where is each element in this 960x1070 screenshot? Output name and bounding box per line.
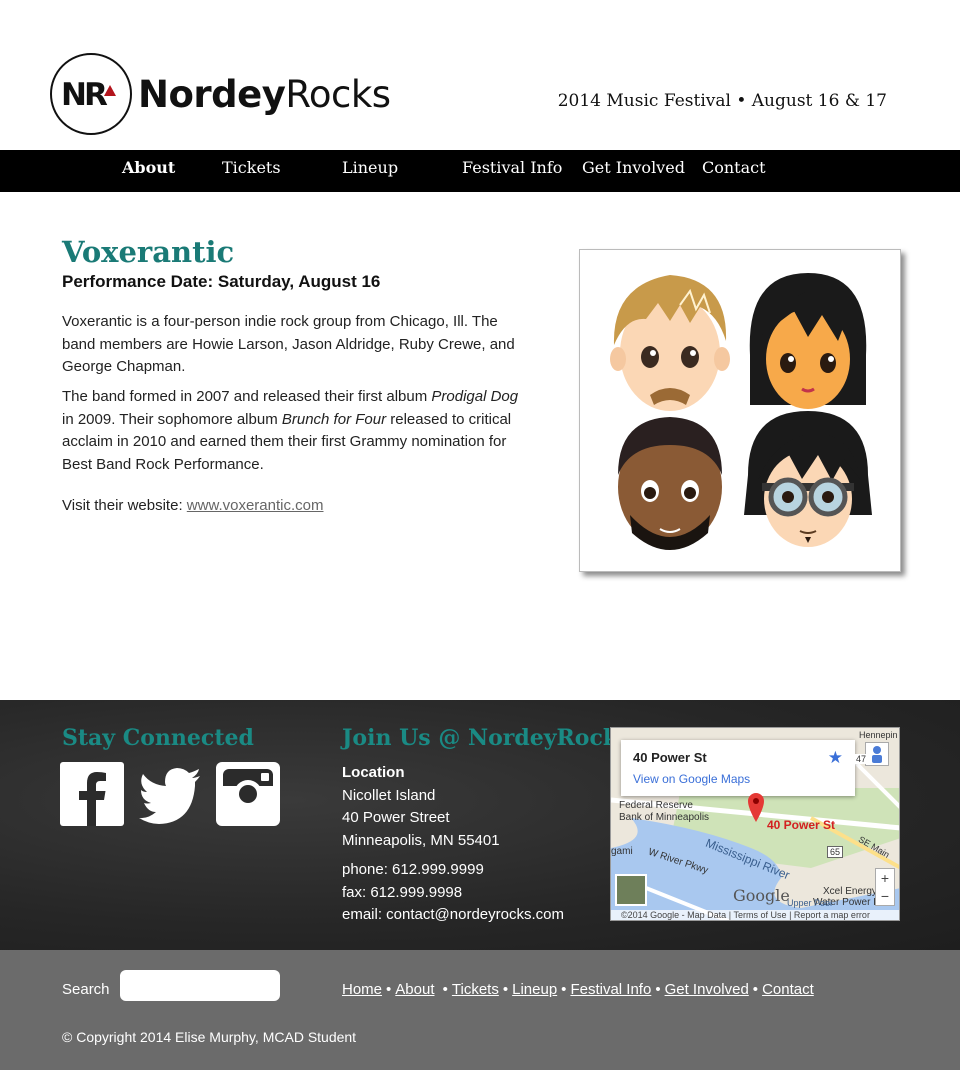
band-name: Voxerantic — [62, 235, 235, 269]
location-line: 40 Power Street — [342, 809, 450, 826]
search-label: Search — [62, 981, 110, 998]
location-label: Location — [342, 764, 405, 781]
album-title: Brunch for Four — [281, 410, 387, 428]
footer-link-tickets[interactable]: Tickets — [452, 981, 499, 998]
band-website-link[interactable]: www.voxerantic.com — [187, 497, 324, 514]
map-pin-icon[interactable] — [747, 792, 765, 827]
search-input[interactable] — [120, 970, 280, 1001]
band-illustration — [579, 249, 901, 572]
save-star-icon[interactable]: ★ — [828, 748, 843, 768]
logo-wordmark: NordeyRocks — [138, 72, 391, 116]
band-members-cartoon — [610, 273, 872, 550]
zoom-out-icon[interactable]: − — [876, 887, 894, 905]
map-label: Xcel Energy — [823, 886, 877, 897]
member-face-blond — [610, 275, 730, 411]
logo-monogram: NR — [61, 77, 108, 113]
festival-tagline: 2014 Music Festival • August 16 & 17 — [557, 91, 887, 111]
footer-link-about[interactable]: About — [395, 981, 434, 998]
copyright-notice: © Copyright 2014 Elise Murphy, MCAD Stud… — [62, 1029, 357, 1045]
instagram-icon[interactable] — [216, 762, 280, 826]
map-label: 47 — [855, 754, 868, 764]
fax-number: fax: 612.999.9998 — [342, 883, 463, 901]
nav-tickets[interactable]: Tickets — [222, 158, 281, 177]
map-zoom-controls: + − — [875, 868, 895, 906]
site-header: NR NordeyRocks 2014 Music Festival • Aug… — [0, 0, 960, 150]
site-logo[interactable]: NR NordeyRocks — [50, 53, 391, 135]
map-label: 65 — [827, 846, 844, 858]
map-info-card: 40 Power St View on Google Maps ★ — [621, 740, 855, 796]
footer-link-get-involved[interactable]: Get Involved — [665, 981, 749, 998]
map-attribution: ©2014 Google - Map Data — [621, 910, 727, 920]
footer-nav: Home • About • Tickets • Lineup • Festival Info… — [342, 981, 814, 998]
phone-number: phone: 612.999.9999 — [342, 861, 484, 878]
map-label: gami — [611, 846, 633, 857]
logo-emblem: NR — [50, 53, 132, 135]
footer-link-festival-info[interactable]: Festival Info — [570, 981, 651, 998]
location-line: Minneapolis, MN 55401 — [342, 831, 500, 849]
map-label: Federal Reserve — [619, 800, 693, 811]
member-face-goggles — [744, 411, 872, 547]
email-address[interactable]: email: contact@nordeyrocks.com — [342, 904, 564, 927]
map-attribution-bar: ©2014 Google - Map Data | Terms of Use |… — [611, 910, 899, 920]
location-line: Nicollet Island — [342, 786, 436, 804]
zoom-in-icon[interactable]: + — [876, 869, 894, 887]
location-map[interactable]: 40 Power St View on Google Maps ★ Federa… — [610, 727, 900, 921]
map-label: Upper Pool — [787, 898, 833, 908]
nav-contact[interactable]: Contact — [702, 158, 766, 177]
main-nav: About Tickets Lineup Festival Info Get I… — [0, 150, 960, 192]
street-view-icon[interactable] — [865, 742, 889, 766]
map-place-title: 40 Power St — [633, 750, 707, 765]
contact-details: phone: 612.999.9999 fax: 612.999.9998 em… — [342, 859, 564, 927]
footer-link-contact[interactable]: Contact — [762, 981, 814, 998]
facebook-icon[interactable] — [60, 762, 124, 826]
footer-link-lineup[interactable]: Lineup — [512, 981, 557, 998]
album-title: Prodigal Dog — [431, 388, 519, 405]
nav-get-involved[interactable]: Get Involved — [582, 158, 685, 177]
map-terms-link[interactable]: Terms of Use — [734, 910, 787, 920]
stay-connected-heading: Stay Connected — [62, 725, 254, 751]
map-pin-label: 40 Power St — [767, 818, 836, 832]
nav-festival-info[interactable]: Festival Info — [462, 158, 562, 177]
member-face-black-hair — [749, 273, 867, 409]
nav-lineup[interactable]: Lineup — [342, 158, 398, 177]
map-label: Hennepin — [859, 730, 898, 740]
location-block: Location Nicollet Island 40 Power Street… — [342, 762, 500, 852]
logo-triangle-icon — [104, 85, 116, 96]
view-on-google-maps-link[interactable]: View on Google Maps — [633, 772, 750, 786]
website-line: Visit their website: www.voxerantic.com — [62, 497, 324, 514]
footer-bottom-bar — [0, 950, 960, 1070]
member-face-bearded — [618, 417, 722, 550]
band-bio-paragraph: Voxerantic is a four-person indie rock g… — [62, 313, 515, 375]
nav-about[interactable]: About — [122, 158, 175, 177]
band-history-paragraph: The band formed in 2007 and released the… — [62, 388, 519, 473]
join-us-heading: Join Us @ NordeyRock — [342, 725, 619, 751]
performance-date: Performance Date: Saturday, August 16 — [62, 272, 381, 291]
google-logo: Google — [733, 886, 790, 905]
map-label: Bank of Minneapolis — [619, 812, 710, 823]
satellite-toggle-icon[interactable] — [615, 874, 647, 906]
twitter-icon[interactable] — [138, 762, 202, 826]
footer-link-home[interactable]: Home — [342, 981, 382, 998]
map-report-link[interactable]: Report a map error — [794, 910, 870, 920]
